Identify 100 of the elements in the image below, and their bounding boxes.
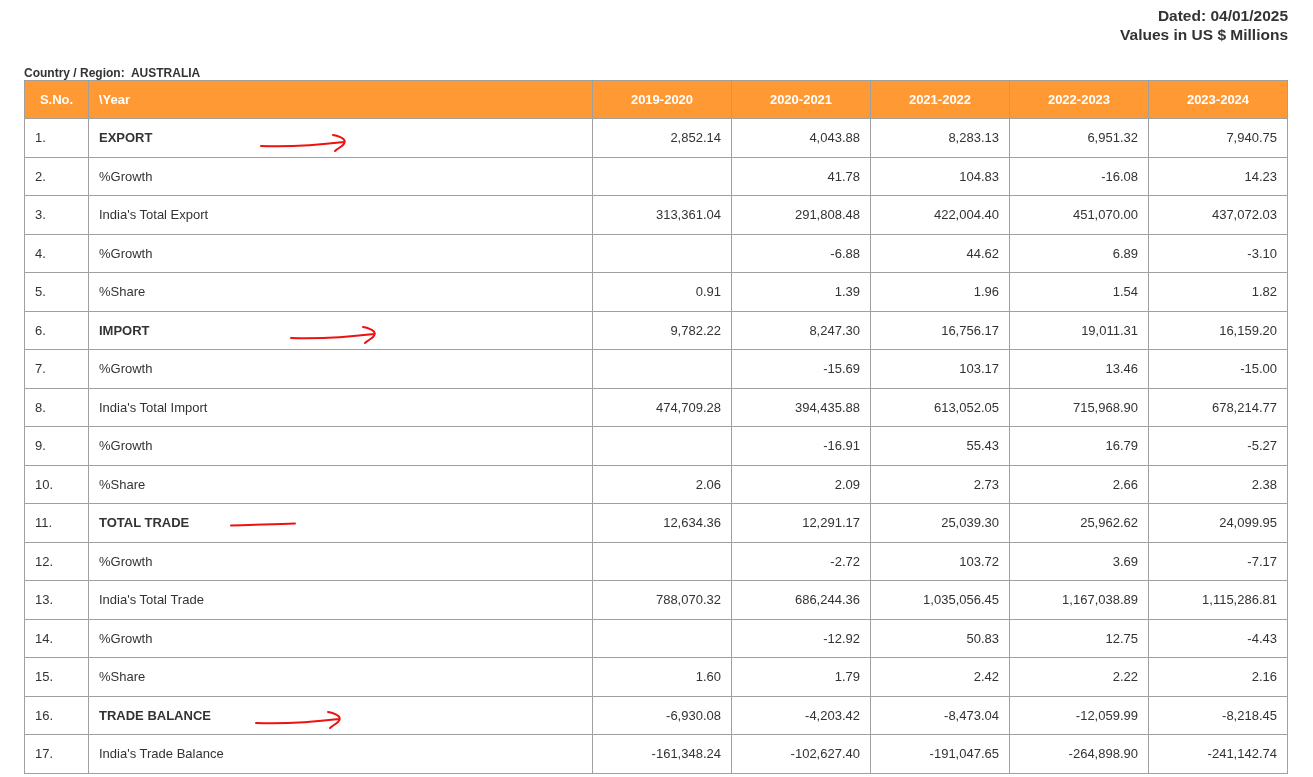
value-cell: 1,167,038.89 [1009, 580, 1149, 619]
value-cell: 2.38 [1148, 465, 1288, 504]
value-cell: -16.08 [1009, 157, 1149, 196]
value-cell: -3.10 [1148, 234, 1288, 273]
value-cell: 451,070.00 [1009, 195, 1149, 234]
value-cell: 103.72 [870, 542, 1010, 581]
row-number: 14. [24, 619, 89, 658]
value-cell: 44.62 [870, 234, 1010, 273]
value-cell: 2.16 [1148, 657, 1288, 696]
value-cell: 1.82 [1148, 272, 1288, 311]
value-cell: 50.83 [870, 619, 1010, 658]
column-header: 2021-2022 [870, 80, 1010, 119]
column-header: 2019-2020 [592, 80, 732, 119]
value-cell: 2.09 [731, 465, 871, 504]
row-number: 10. [24, 465, 89, 504]
value-cell: 55.43 [870, 426, 1010, 465]
date-text: Dated: 04/01/2025 [1157, 6, 1288, 25]
value-cell: 4,043.88 [731, 118, 871, 157]
value-cell: -16.91 [731, 426, 871, 465]
row-number: 17. [24, 734, 89, 773]
value-cell: 104.83 [870, 157, 1010, 196]
value-cell: 678,214.77 [1148, 388, 1288, 427]
column-header: 2022-2023 [1009, 80, 1149, 119]
value-cell: -264,898.90 [1009, 734, 1149, 773]
value-cell: -6.88 [731, 234, 871, 273]
region-label: Country / Region: AUSTRALIA [24, 66, 202, 80]
row-label: %Share [99, 476, 146, 492]
row-label: India's Total Import [99, 399, 208, 415]
row-number: 9. [24, 426, 89, 465]
value-cell: 422,004.40 [870, 195, 1010, 234]
value-cell: 12,634.36 [592, 503, 732, 542]
row-number: 4. [24, 234, 89, 273]
value-cell: 7,940.75 [1148, 118, 1288, 157]
value-cell: 2.73 [870, 465, 1010, 504]
value-cell: 394,435.88 [731, 388, 871, 427]
column-header: S.No. [24, 80, 89, 119]
value-cell: -2.72 [731, 542, 871, 581]
value-cell: 2.66 [1009, 465, 1149, 504]
value-cell: -15.00 [1148, 349, 1288, 388]
value-cell: -102,627.40 [731, 734, 871, 773]
value-cell: 313,361.04 [592, 195, 732, 234]
value-cell: 25,962.62 [1009, 503, 1149, 542]
row-label: EXPORT [99, 130, 153, 145]
value-cell: 788,070.32 [592, 580, 732, 619]
value-cell: 8,247.30 [731, 311, 871, 350]
value-cell: 24,099.95 [1148, 503, 1288, 542]
value-cell: -5.27 [1148, 426, 1288, 465]
row-label: %Growth [99, 553, 153, 569]
value-cell: 41.78 [731, 157, 871, 196]
row-number: 6. [24, 311, 89, 350]
value-cell: -241,142.74 [1148, 734, 1288, 773]
value-cell: -12,059.99 [1009, 696, 1149, 735]
value-cell: -12.92 [731, 619, 871, 658]
value-cell: 1.96 [870, 272, 1010, 311]
value-cell: 437,072.03 [1148, 195, 1288, 234]
underline-annotation [229, 521, 297, 528]
value-cell: 686,244.36 [731, 580, 871, 619]
value-cell: 2.22 [1009, 657, 1149, 696]
value-cell: 13.46 [1009, 349, 1149, 388]
value-cell: 1.39 [731, 272, 871, 311]
row-number: 2. [24, 157, 89, 196]
value-cell: -8,218.45 [1148, 696, 1288, 735]
row-number: 7. [24, 349, 89, 388]
value-cell: 715,968.90 [1009, 388, 1149, 427]
value-cell: -191,047.65 [870, 734, 1010, 773]
value-cell: 0.91 [592, 272, 732, 311]
value-cell: 12.75 [1009, 619, 1149, 658]
row-label: TRADE BALANCE [99, 707, 211, 723]
value-cell: -4.43 [1148, 619, 1288, 658]
value-cell: 1.60 [592, 657, 732, 696]
row-label: India's Total Trade [99, 592, 204, 607]
value-cell: -7.17 [1148, 542, 1288, 581]
value-cell: 2,852.14 [592, 118, 732, 157]
row-number: 8. [24, 388, 89, 427]
row-label: %Growth [99, 245, 153, 261]
value-cell: -161,348.24 [592, 734, 732, 773]
row-label: %Growth [99, 168, 153, 184]
row-number: 15. [24, 657, 89, 696]
value-cell: 16,159.20 [1148, 311, 1288, 350]
value-cell: 1.54 [1009, 272, 1149, 311]
value-cell: 291,808.48 [731, 195, 871, 234]
row-label: India's Trade Balance [99, 746, 224, 761]
row-label: IMPORT [99, 322, 150, 338]
value-cell: 613,052.05 [870, 388, 1010, 427]
value-cell: 14.23 [1148, 157, 1288, 196]
row-number: 11. [24, 503, 89, 542]
value-cell: 1,035,056.45 [870, 580, 1010, 619]
value-cell: 2.42 [870, 657, 1010, 696]
value-cell: -15.69 [731, 349, 871, 388]
value-cell: 474,709.28 [592, 388, 732, 427]
value-cell: 2.06 [592, 465, 732, 504]
value-cell: 16.79 [1009, 426, 1149, 465]
value-cell: 9,782.22 [592, 311, 732, 350]
value-cell: 6.89 [1009, 234, 1149, 273]
row-number: 13. [24, 580, 89, 619]
row-number: 1. [24, 118, 89, 157]
value-cell: -4,203.42 [731, 696, 871, 735]
units-text: Values in US $ Millions [1120, 25, 1288, 44]
value-cell: 103.17 [870, 349, 1010, 388]
column-header: \Year [88, 80, 593, 119]
